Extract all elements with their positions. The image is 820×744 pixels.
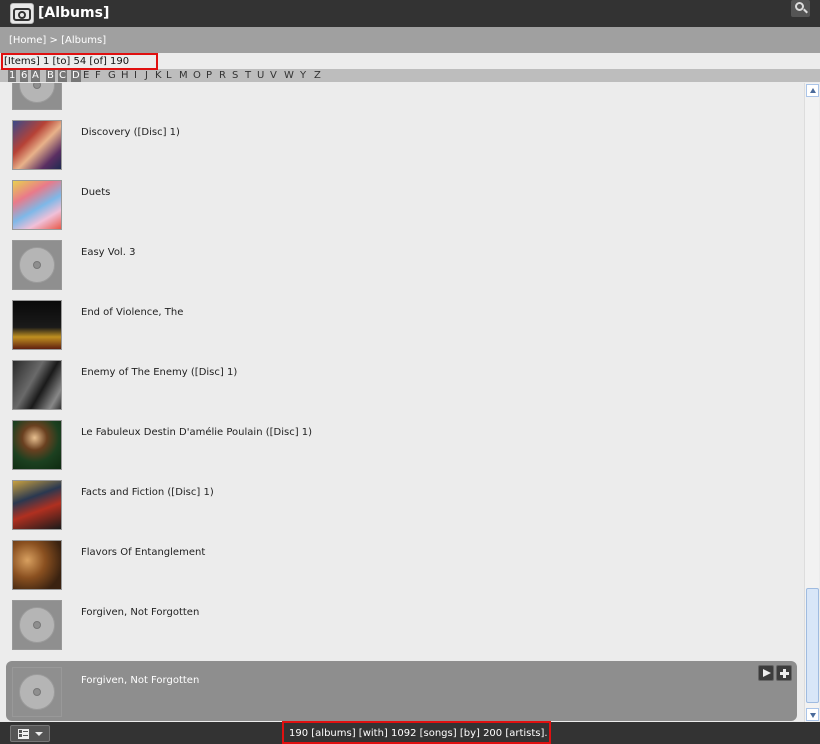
scroll-down-button[interactable] [806, 708, 819, 721]
album-row[interactable]: Le Fabuleux Destin D'amélie Poulain ([Di… [0, 413, 798, 473]
album-row[interactable] [0, 83, 798, 113]
album-title: Discovery ([Disc] 1) [81, 127, 180, 138]
letter-filter-6[interactable]: 6 [20, 69, 29, 82]
disc-icon [12, 83, 62, 110]
alphabet-filter: 16ABCDEFGHIJKLMOPRSTUVWYZ [0, 69, 820, 82]
album-cover [12, 300, 62, 350]
scroll-thumb[interactable] [806, 588, 819, 703]
chevron-down-icon [810, 713, 816, 718]
scroll-up-button[interactable] [806, 84, 819, 97]
letter-filter-e[interactable]: E [83, 69, 89, 82]
letter-filter-b[interactable]: B [46, 69, 55, 82]
breadcrumb[interactable]: [Home] > [Albums] [9, 35, 106, 46]
scrollbar[interactable] [804, 83, 819, 722]
letter-filter-g[interactable]: G [108, 69, 116, 82]
album-row[interactable]: Duets [0, 173, 798, 233]
album-row[interactable]: Discovery ([Disc] 1) [0, 113, 798, 173]
letter-filter-o[interactable]: O [193, 69, 201, 82]
play-icon [763, 669, 771, 677]
row-actions [756, 665, 792, 684]
album-row[interactable]: Flavors Of Entanglement [0, 533, 798, 593]
letter-filter-w[interactable]: W [284, 69, 294, 82]
disc-icon [12, 667, 62, 717]
album-title: Forgiven, Not Forgotten [81, 607, 200, 618]
caret-down-icon [35, 732, 43, 736]
album-row[interactable]: End of Violence, The [0, 293, 798, 353]
letter-filter-z[interactable]: Z [314, 69, 321, 82]
letter-filter-d[interactable]: D [71, 69, 81, 82]
play-button[interactable] [758, 665, 774, 681]
letter-filter-u[interactable]: U [257, 69, 264, 82]
album-row[interactable]: Enemy of The Enemy ([Disc] 1) [0, 353, 798, 413]
letter-filter-1[interactable]: 1 [8, 69, 17, 82]
letter-filter-v[interactable]: V [270, 69, 277, 82]
letter-filter-f[interactable]: F [95, 69, 101, 82]
title-bar: [Albums] [0, 0, 820, 27]
album-title: Duets [81, 187, 111, 198]
album-title: Le Fabuleux Destin D'amélie Poulain ([Di… [81, 427, 313, 438]
album-cover [12, 360, 62, 410]
letter-filter-i[interactable]: I [134, 69, 137, 82]
letter-filter-h[interactable]: H [121, 69, 129, 82]
disc-icon [12, 600, 62, 650]
letter-filter-p[interactable]: P [206, 69, 212, 82]
chevron-up-icon [810, 88, 816, 93]
search-button[interactable] [791, 0, 810, 17]
album-cover [12, 420, 62, 470]
highlight-box [282, 721, 551, 744]
letter-filter-r[interactable]: R [219, 69, 226, 82]
letter-filter-m[interactable]: M [179, 69, 188, 82]
letter-filter-c[interactable]: C [58, 69, 67, 82]
album-title: Forgiven, Not Forgotten [81, 675, 200, 686]
album-row[interactable]: Facts and Fiction ([Disc] 1) [0, 473, 798, 533]
view-mode-button[interactable] [10, 725, 50, 742]
list-view-icon [18, 729, 29, 739]
highlight-box [1, 53, 158, 70]
letter-filter-l[interactable]: L [166, 69, 172, 82]
album-title: End of Violence, The [81, 307, 184, 318]
letter-filter-j[interactable]: J [145, 69, 148, 82]
album-title: Enemy of The Enemy ([Disc] 1) [81, 367, 238, 378]
add-button[interactable] [776, 665, 792, 681]
camera-icon [10, 3, 34, 24]
album-row[interactable]: Easy Vol. 3 [0, 233, 798, 293]
letter-filter-a[interactable]: A [31, 69, 40, 82]
page-title: [Albums] [38, 5, 110, 21]
letter-filter-k[interactable]: K [155, 69, 162, 82]
album-title: Facts and Fiction ([Disc] 1) [81, 487, 214, 498]
album-row-selected[interactable]: Forgiven, Not Forgotten [6, 661, 797, 721]
album-cover [12, 120, 62, 170]
letter-filter-y[interactable]: Y [300, 69, 306, 82]
album-cover [12, 180, 62, 230]
album-list: Discovery ([Disc] 1) Duets Easy Vol. 3 E… [0, 83, 803, 722]
album-title: Flavors Of Entanglement [81, 547, 206, 558]
album-row[interactable]: Forgiven, Not Forgotten [0, 593, 798, 653]
letter-filter-t[interactable]: T [245, 69, 251, 82]
breadcrumb-bar: [Home] > [Albums] [0, 27, 820, 53]
album-cover [12, 540, 62, 590]
disc-icon [12, 240, 62, 290]
letter-filter-s[interactable]: S [232, 69, 238, 82]
album-title: Easy Vol. 3 [81, 247, 136, 258]
album-cover [12, 480, 62, 530]
